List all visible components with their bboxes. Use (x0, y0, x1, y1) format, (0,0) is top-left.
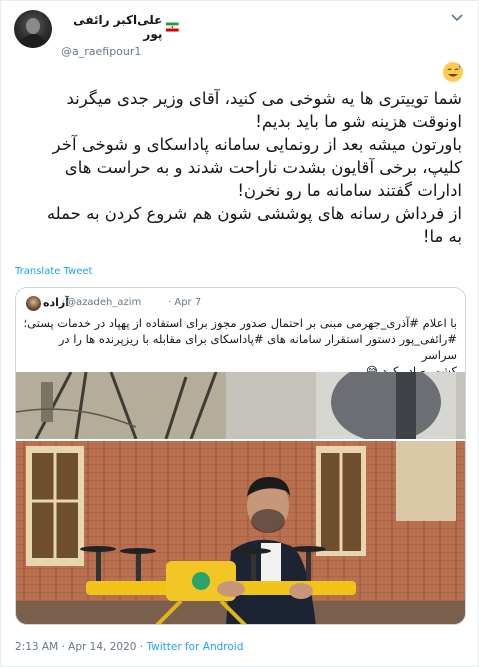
tweet-source-link[interactable]: Twitter for Android (146, 641, 243, 653)
author-name-row[interactable]: علی‌اکبر رائفی پور (61, 13, 179, 41)
tweet-line: شما توییتری ها یه شوخی می کنید، آقای وزی… (66, 89, 463, 108)
tweet-timestamp[interactable]: 2:13 AM · Apr 14, 2020 · (15, 641, 146, 653)
author-avatar[interactable] (14, 10, 52, 48)
sweat-smile-emoji (442, 61, 464, 83)
tweet-card: علی‌اکبر رائفی پور @a_raefipour1 شما توی… (0, 0, 479, 667)
author-handle[interactable]: @a_raefipour1 (61, 45, 361, 58)
tweet-body: شما توییتری ها یه شوخی می کنید، آقای وزی… (12, 87, 462, 248)
tweet-line: به ما! (422, 227, 462, 246)
quoted-avatar (26, 296, 41, 311)
quoted-line: #رائفی_پور دستور استقرار سامانه های #پاد… (58, 332, 457, 362)
quoted-body: با اعلام #آذری_جهرمی مبنی بر احتمال صدور… (22, 315, 457, 379)
quoted-line: با اعلام #آذری_جهرمی مبنی بر احتمال صدور… (23, 316, 457, 330)
quoted-handle: @azadeh_azim (66, 297, 142, 308)
quoted-header: آزاده @azadeh_azim · Apr 7 (16, 296, 465, 314)
iran-flag-icon (166, 22, 179, 32)
tweet-meta: 2:13 AM · Apr 14, 2020 · Twitter for And… (15, 641, 243, 653)
chevron-down-icon[interactable] (450, 13, 464, 23)
author-header: علی‌اکبر رائفی پور @a_raefipour1 (61, 13, 361, 58)
quoted-tweet[interactable]: آزاده @azadeh_azim · Apr 7 با اعلام #آذر… (15, 287, 466, 625)
tweet-line: باورتون میشه بعد از رونمایی سامانه پاداس… (52, 135, 462, 154)
quoted-image-drone[interactable] (16, 441, 465, 624)
quoted-date: · Apr 7 (168, 297, 202, 308)
tweet-line: ادارات گفتند سامانه ما رو نخرن! (237, 181, 462, 200)
drone-photo (16, 441, 465, 624)
author-display-name: علی‌اکبر رائفی پور (73, 13, 163, 41)
translate-tweet-link[interactable]: Translate Tweet (15, 266, 92, 277)
tripod-photo (16, 372, 465, 439)
quoted-image-tripod[interactable] (16, 372, 465, 439)
tweet-line: کلیپ، برخی آقایون بشدت ناراحت شدند و به … (64, 158, 462, 177)
tweet-line: از فرداش رسانه های پوششی شون هم شروع کرد… (46, 204, 462, 223)
tweet-line: اونوقت هزینه شو ما باید بدیم! (255, 112, 462, 131)
sweat-smile-icon (443, 62, 463, 82)
